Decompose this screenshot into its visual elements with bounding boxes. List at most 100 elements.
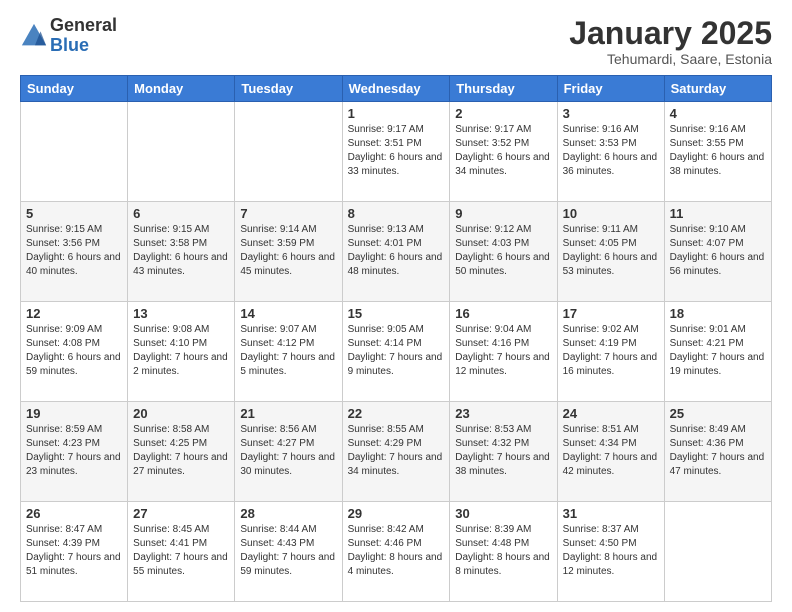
day-cell-4-2: 28 Sunrise: 8:44 AM Sunset: 4:43 PM Dayli… (235, 502, 342, 602)
day-number: 27 (133, 506, 229, 521)
day-info: Sunrise: 8:51 AM Sunset: 4:34 PM Dayligh… (563, 423, 659, 479)
day-info: Sunrise: 9:16 AM Sunset: 3:53 PM Dayligh… (563, 123, 659, 179)
day-number: 3 (563, 106, 659, 121)
day-info: Sunrise: 9:12 AM Sunset: 4:03 PM Dayligh… (455, 223, 551, 279)
logo: General Blue (20, 16, 117, 56)
day-number: 6 (133, 206, 229, 221)
day-cell-4-6 (664, 502, 771, 602)
logo-general: General (50, 16, 117, 36)
day-cell-3-2: 21 Sunrise: 8:56 AM Sunset: 4:27 PM Dayli… (235, 402, 342, 502)
day-number: 13 (133, 306, 229, 321)
day-info: Sunrise: 8:44 AM Sunset: 4:43 PM Dayligh… (240, 523, 336, 579)
day-number: 28 (240, 506, 336, 521)
week-row-2: 5 Sunrise: 9:15 AM Sunset: 3:56 PM Daylig… (21, 202, 772, 302)
day-number: 31 (563, 506, 659, 521)
month-title: January 2025 (569, 16, 772, 51)
day-info: Sunrise: 9:05 AM Sunset: 4:14 PM Dayligh… (348, 323, 445, 379)
day-cell-3-4: 23Sunrise: 8:53 AM Sunset: 4:32 PM Dayli… (450, 402, 557, 502)
day-cell-1-0: 5 Sunrise: 9:15 AM Sunset: 3:56 PM Daylig… (21, 202, 128, 302)
day-number: 20 (133, 406, 229, 421)
day-number: 14 (240, 306, 336, 321)
day-cell-0-5: 3 Sunrise: 9:16 AM Sunset: 3:53 PM Daylig… (557, 102, 664, 202)
day-info: Sunrise: 9:13 AM Sunset: 4:01 PM Dayligh… (348, 223, 445, 279)
day-cell-3-0: 19 Sunrise: 8:59 AM Sunset: 4:23 PM Dayli… (21, 402, 128, 502)
page: General Blue January 2025 Tehumardi, Saa… (0, 0, 792, 612)
day-info: Sunrise: 9:01 AM Sunset: 4:21 PM Dayligh… (670, 323, 766, 379)
day-info: Sunrise: 9:10 AM Sunset: 4:07 PM Dayligh… (670, 223, 766, 279)
day-info: Sunrise: 8:39 AM Sunset: 4:48 PM Dayligh… (455, 523, 551, 579)
day-info: Sunrise: 9:11 AM Sunset: 4:05 PM Dayligh… (563, 223, 659, 279)
day-cell-1-4: 9Sunrise: 9:12 AM Sunset: 4:03 PM Daylig… (450, 202, 557, 302)
day-cell-2-4: 16Sunrise: 9:04 AM Sunset: 4:16 PM Dayli… (450, 302, 557, 402)
day-number: 11 (670, 206, 766, 221)
day-cell-3-5: 24 Sunrise: 8:51 AM Sunset: 4:34 PM Dayli… (557, 402, 664, 502)
day-number: 30 (455, 506, 551, 521)
day-cell-1-5: 10 Sunrise: 9:11 AM Sunset: 4:05 PM Dayli… (557, 202, 664, 302)
day-number: 21 (240, 406, 336, 421)
day-number: 19 (26, 406, 122, 421)
day-number: 8 (348, 206, 445, 221)
day-info: Sunrise: 9:04 AM Sunset: 4:16 PM Dayligh… (455, 323, 551, 379)
day-number: 10 (563, 206, 659, 221)
day-cell-2-2: 14 Sunrise: 9:07 AM Sunset: 4:12 PM Dayli… (235, 302, 342, 402)
week-row-1: 1 Sunrise: 9:17 AM Sunset: 3:51 PM Daylig… (21, 102, 772, 202)
header-sunday: Sunday (21, 76, 128, 102)
header-tuesday: Tuesday (235, 76, 342, 102)
day-cell-4-5: 31 Sunrise: 8:37 AM Sunset: 4:50 PM Dayli… (557, 502, 664, 602)
day-number: 5 (26, 206, 122, 221)
day-cell-1-6: 11 Sunrise: 9:10 AM Sunset: 4:07 PM Dayli… (664, 202, 771, 302)
day-info: Sunrise: 9:09 AM Sunset: 4:08 PM Dayligh… (26, 323, 122, 379)
day-cell-4-1: 27 Sunrise: 8:45 AM Sunset: 4:41 PM Dayli… (128, 502, 235, 602)
day-cell-2-6: 18 Sunrise: 9:01 AM Sunset: 4:21 PM Dayli… (664, 302, 771, 402)
day-number: 22 (348, 406, 445, 421)
day-info: Sunrise: 8:59 AM Sunset: 4:23 PM Dayligh… (26, 423, 122, 479)
day-info: Sunrise: 8:37 AM Sunset: 4:50 PM Dayligh… (563, 523, 659, 579)
header: General Blue January 2025 Tehumardi, Saa… (20, 16, 772, 67)
day-number: 26 (26, 506, 122, 521)
day-number: 18 (670, 306, 766, 321)
day-number: 17 (563, 306, 659, 321)
day-cell-3-1: 20 Sunrise: 8:58 AM Sunset: 4:25 PM Dayli… (128, 402, 235, 502)
calendar: Sunday Monday Tuesday Wednesday Thursday… (20, 75, 772, 602)
day-info: Sunrise: 9:07 AM Sunset: 4:12 PM Dayligh… (240, 323, 336, 379)
weekday-header-row: Sunday Monday Tuesday Wednesday Thursday… (21, 76, 772, 102)
day-cell-3-3: 22Sunrise: 8:55 AM Sunset: 4:29 PM Dayli… (342, 402, 450, 502)
day-number: 15 (348, 306, 445, 321)
day-cell-0-2 (235, 102, 342, 202)
day-info: Sunrise: 9:14 AM Sunset: 3:59 PM Dayligh… (240, 223, 336, 279)
week-row-5: 26Sunrise: 8:47 AM Sunset: 4:39 PM Dayli… (21, 502, 772, 602)
day-info: Sunrise: 9:17 AM Sunset: 3:52 PM Dayligh… (455, 123, 551, 179)
day-cell-0-6: 4Sunrise: 9:16 AM Sunset: 3:55 PM Daylig… (664, 102, 771, 202)
day-info: Sunrise: 8:42 AM Sunset: 4:46 PM Dayligh… (348, 523, 445, 579)
day-cell-2-5: 17Sunrise: 9:02 AM Sunset: 4:19 PM Dayli… (557, 302, 664, 402)
day-info: Sunrise: 8:58 AM Sunset: 4:25 PM Dayligh… (133, 423, 229, 479)
day-cell-2-0: 12Sunrise: 9:09 AM Sunset: 4:08 PM Dayli… (21, 302, 128, 402)
day-number: 23 (455, 406, 551, 421)
header-thursday: Thursday (450, 76, 557, 102)
day-cell-2-3: 15 Sunrise: 9:05 AM Sunset: 4:14 PM Dayli… (342, 302, 450, 402)
day-info: Sunrise: 9:17 AM Sunset: 3:51 PM Dayligh… (348, 123, 445, 179)
day-number: 4 (670, 106, 766, 121)
day-cell-3-6: 25 Sunrise: 8:49 AM Sunset: 4:36 PM Dayli… (664, 402, 771, 502)
day-number: 2 (455, 106, 551, 121)
day-cell-0-0 (21, 102, 128, 202)
day-cell-2-1: 13Sunrise: 9:08 AM Sunset: 4:10 PM Dayli… (128, 302, 235, 402)
day-number: 1 (348, 106, 445, 121)
title-area: January 2025 Tehumardi, Saare, Estonia (569, 16, 772, 67)
week-row-4: 19 Sunrise: 8:59 AM Sunset: 4:23 PM Dayli… (21, 402, 772, 502)
day-number: 29 (348, 506, 445, 521)
day-info: Sunrise: 8:49 AM Sunset: 4:36 PM Dayligh… (670, 423, 766, 479)
day-number: 25 (670, 406, 766, 421)
header-wednesday: Wednesday (342, 76, 450, 102)
day-number: 24 (563, 406, 659, 421)
day-info: Sunrise: 9:15 AM Sunset: 3:56 PM Dayligh… (26, 223, 122, 279)
day-info: Sunrise: 8:56 AM Sunset: 4:27 PM Dayligh… (240, 423, 336, 479)
day-cell-4-3: 29 Sunrise: 8:42 AM Sunset: 4:46 PM Dayli… (342, 502, 450, 602)
logo-blue: Blue (50, 36, 117, 56)
week-row-3: 12Sunrise: 9:09 AM Sunset: 4:08 PM Dayli… (21, 302, 772, 402)
day-info: Sunrise: 8:45 AM Sunset: 4:41 PM Dayligh… (133, 523, 229, 579)
day-cell-1-1: 6Sunrise: 9:15 AM Sunset: 3:58 PM Daylig… (128, 202, 235, 302)
logo-icon (20, 22, 48, 50)
header-saturday: Saturday (664, 76, 771, 102)
day-cell-0-1 (128, 102, 235, 202)
